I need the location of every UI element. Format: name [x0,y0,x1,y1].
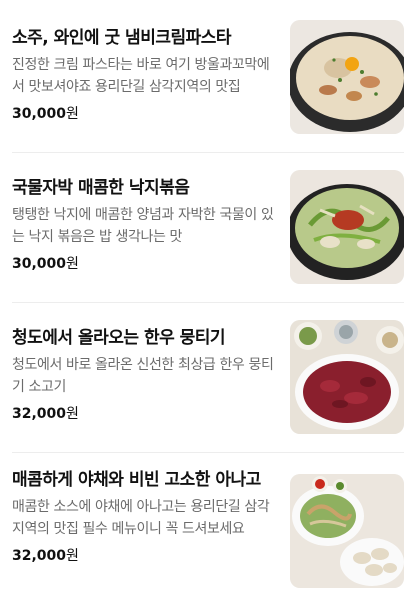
spicy-octopus-pot-photo[interactable] [290,170,404,284]
menu-item-name: 청도에서 올라오는 한우 뭉티기 [12,328,226,348]
raw-beef-platter-photo[interactable] [290,320,404,434]
menu-item-description: 탱탱한 낙지에 매콤한 양념과 자박한 국물이 있는 낙지 볶음은 밥 생각나는… [12,207,274,245]
price-value: 32,000 [12,548,67,564]
menu-item[interactable]: 국물자박 매콤한 낙지볶음 탱탱한 낙지에 매콤한 양념과 자박한 국물이 있는… [0,170,416,320]
cream-pasta-pot-photo[interactable] [290,20,404,134]
menu-item-name: 소주, 와인에 굿 냄비크림파스타 [12,28,232,48]
divider [12,452,404,453]
price-currency: 원 [66,406,79,422]
anago-salad-photo[interactable] [290,474,404,588]
divider [12,302,404,303]
menu-item-price: 30,000원 [12,254,278,274]
menu-item-text: 매콤하게 야채와 비빈 고소한 아나고 매콤한 소스에 야채에 아나고는 용리단… [12,468,290,566]
menu-item-price: 30,000원 [12,104,278,124]
menu-item-text: 국물자박 매콤한 낙지볶음 탱탱한 낙지에 매콤한 양념과 자박한 국물이 있는… [12,170,290,274]
menu-item-description: 진정한 크림 파스타는 바로 여기 방울과꼬막에서 맛보셔야죠 용리단길 삼각지… [12,57,270,95]
menu-item-text: 청도에서 올라오는 한우 뭉티기 청도에서 바로 올라온 신선한 최상급 한우 … [12,320,290,424]
menu-item-name: 국물자박 매콤한 낙지볶음 [12,178,190,198]
menu-item-price: 32,000원 [12,404,278,424]
menu-list: 소주, 와인에 굿 냄비크림파스타 진정한 크림 파스타는 바로 여기 방울과꼬… [0,0,416,610]
menu-item[interactable]: 매콤하게 야채와 비빈 고소한 아나고 매콤한 소스에 야채에 아나고는 용리단… [0,468,416,610]
price-currency: 원 [66,256,79,272]
price-currency: 원 [66,106,79,122]
menu-item[interactable]: 청도에서 올라오는 한우 뭉티기 청도에서 바로 올라온 신선한 최상급 한우 … [0,320,416,470]
menu-item-price: 32,000원 [12,546,278,566]
price-value: 32,000 [12,406,67,422]
price-currency: 원 [66,548,79,564]
price-value: 30,000 [12,106,67,122]
menu-item-name: 매콤하게 야채와 비빈 고소한 아나고 [12,470,261,490]
menu-item[interactable]: 소주, 와인에 굿 냄비크림파스타 진정한 크림 파스타는 바로 여기 방울과꼬… [0,20,416,170]
menu-item-text: 소주, 와인에 굿 냄비크림파스타 진정한 크림 파스타는 바로 여기 방울과꼬… [12,20,290,124]
menu-item-description: 매콤한 소스에 야채에 아나고는 용리단길 삼각지역의 맛집 필수 메뉴이니 꼭… [12,499,270,537]
price-value: 30,000 [12,256,67,272]
divider [12,152,404,153]
menu-item-description: 청도에서 바로 올라온 신선한 최상급 한우 뭉티기 소고기 [12,357,274,395]
